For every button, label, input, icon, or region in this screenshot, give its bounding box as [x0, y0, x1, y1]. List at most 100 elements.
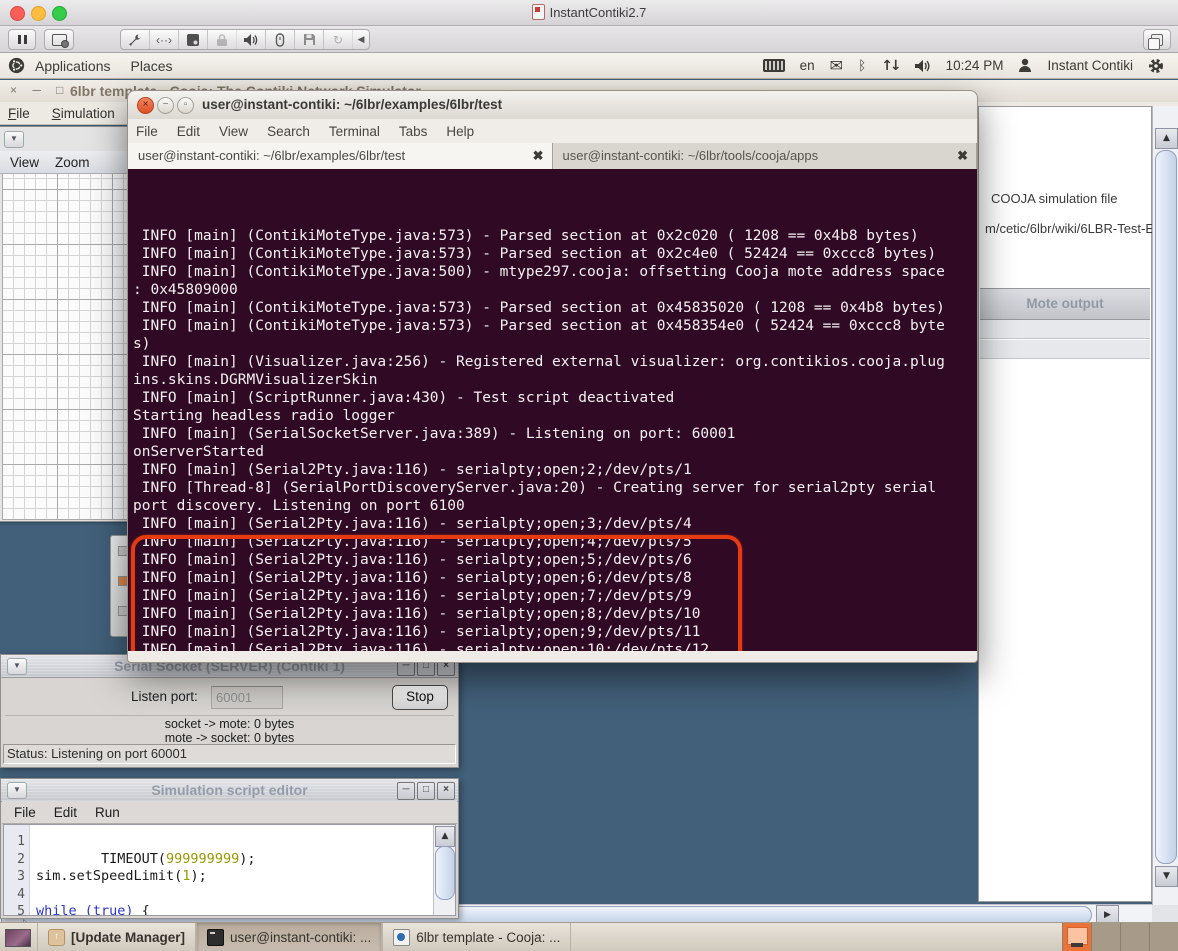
maximize-button[interactable]: □: [417, 782, 435, 800]
snapshot-icon: [52, 34, 67, 46]
keyboard-layout-icon[interactable]: [763, 59, 785, 72]
host-titlebar: InstantContiki2.7: [0, 0, 1178, 26]
network-grid-canvas[interactable]: [2, 174, 133, 520]
script-editor-scrollbar[interactable]: ▲: [433, 825, 455, 915]
script-editor-menu-item[interactable]: File: [14, 805, 36, 820]
scroll-up-button[interactable]: ▲: [435, 826, 455, 847]
cooja-window-controls[interactable]: × ─ □: [10, 83, 69, 97]
terminal-line: INFO [main] (Visualizer.java:256) - Regi…: [133, 353, 977, 371]
collapsed-frame-strip: [980, 340, 1150, 359]
sound-icon[interactable]: [237, 30, 266, 49]
terminal-menu-item[interactable]: Terminal: [329, 124, 380, 139]
vm-pause-button[interactable]: [8, 29, 36, 50]
script-editor-textarea[interactable]: 12345 TIMEOUT(999999999); sim.setSpeedLi…: [3, 824, 456, 916]
tab-close-icon[interactable]: ✖: [957, 143, 968, 169]
network-collapse-button[interactable]: ▼: [4, 131, 24, 148]
workspace-4[interactable]: [1149, 923, 1178, 951]
terminal-tabbar: user@instant-contiki: ~/6lbr/examples/6l…: [128, 143, 977, 170]
bottom-taskbar: ↑ [Update Manager] user@instant-contiki:…: [0, 922, 1178, 951]
serial-socket-window: Serial Socket (SERVER) (Contiki 1) ▼ ─ □…: [0, 654, 459, 768]
mail-icon[interactable]: ✉: [830, 56, 843, 75]
serial-port-icon[interactable]: ‹··›: [150, 30, 179, 49]
serial-socket-statusbar: Status: Listening on port 60001: [3, 744, 456, 764]
socket-stats: socket -> mote: 0 bytesmote -> socket: 0…: [1, 717, 458, 745]
terminal-menu-item[interactable]: Tabs: [399, 124, 428, 139]
ubuntu-top-panel: Applications Places en ✉ ᛒ ↑↓ 10:24 PM I…: [0, 53, 1178, 79]
maximize-button[interactable]: ▫: [177, 97, 194, 114]
cooja-menu-item[interactable]: File: [8, 106, 30, 121]
line-number-gutter: 12345: [4, 825, 30, 915]
terminal-tab-inactive[interactable]: user@instant-contiki: ~/6lbr/tools/cooja…: [553, 143, 978, 169]
terminal-menu-item[interactable]: View: [219, 124, 248, 139]
cooja-menu-item[interactable]: Simulation: [52, 106, 115, 121]
scroll-down-button[interactable]: ▼: [1155, 866, 1178, 887]
vertical-scroll-thumb[interactable]: [1155, 150, 1177, 864]
stop-button[interactable]: Stop: [392, 685, 448, 710]
taskbar-item-update-manager[interactable]: ↑ [Update Manager]: [37, 923, 196, 951]
terminal-line: INFO [main] (Serial2Pty.java:116) - seri…: [133, 605, 977, 623]
terminal-line: INFO [main] (Serial2Pty.java:116) - seri…: [133, 641, 977, 651]
workspace-1[interactable]: [1062, 923, 1091, 951]
menu-places[interactable]: Places: [121, 58, 183, 74]
vm-copy-button[interactable]: [1143, 29, 1171, 50]
network-menu-item[interactable]: Zoom: [55, 155, 90, 170]
session-user-label[interactable]: Instant Contiki: [1047, 58, 1133, 73]
lock-icon[interactable]: [208, 30, 237, 49]
clock-label[interactable]: 10:24 PM: [946, 58, 1004, 73]
terminal-line: INFO [main] (Serial2Pty.java:116) - seri…: [133, 461, 977, 479]
terminal-menu-item[interactable]: Help: [446, 124, 474, 139]
usb-device-icon[interactable]: [266, 30, 295, 49]
terminal-line: INFO [main] (Serial2Pty.java:116) - seri…: [133, 587, 977, 605]
workspace-3[interactable]: [1120, 923, 1149, 951]
terminal-output[interactable]: INFO [main] (ContikiMoteType.java:573) -…: [128, 169, 977, 651]
close-button[interactable]: ×: [137, 97, 154, 114]
vm-snapshot-button[interactable]: [44, 29, 74, 50]
terminal-menu-item[interactable]: Edit: [177, 124, 200, 139]
terminal-menu-item[interactable]: File: [136, 124, 158, 139]
cooja-file-text: COOJA simulation file: [991, 191, 1117, 206]
terminal-titlebar: × − ▫ user@instant-contiki: ~/6lbr/examp…: [128, 91, 977, 120]
mote-output-titlebar[interactable]: Mote output: [980, 288, 1150, 320]
script-editor-menu-item[interactable]: Run: [95, 805, 120, 820]
minimize-button[interactable]: ─: [397, 782, 415, 800]
copy-icon: [1151, 34, 1163, 46]
terminal-line: INFO [main] (SerialSocketServer.java:389…: [133, 425, 977, 443]
keyboard-layout-label[interactable]: en: [800, 58, 815, 73]
close-button[interactable]: ×: [437, 782, 455, 800]
terminal-menubar: File Edit View Search Terminal Tabs Help: [128, 119, 977, 143]
tab-close-icon[interactable]: ✖: [533, 143, 544, 169]
session-gear-icon[interactable]: [1148, 58, 1164, 74]
collapse-toolbar-icon[interactable]: ◀: [353, 30, 369, 49]
divider: [5, 715, 454, 716]
scroll-thumb[interactable]: [435, 846, 455, 900]
serial-socket-collapse-button[interactable]: ▼: [7, 658, 27, 675]
user-icon: [1018, 58, 1032, 73]
network-menu-item[interactable]: View: [10, 155, 39, 170]
network-arrows-icon[interactable]: ↑↓: [881, 58, 898, 74]
sync-icon[interactable]: ↻: [324, 30, 353, 49]
minimize-button[interactable]: −: [157, 97, 174, 114]
vertical-scrollbar[interactable]: ▲ ▼: [1152, 106, 1178, 905]
menu-applications[interactable]: Applications: [25, 58, 121, 74]
harddisk-icon[interactable]: [179, 30, 208, 49]
line-number: 5: [4, 903, 25, 916]
wrench-icon[interactable]: [121, 30, 150, 49]
terminal-line: INFO [main] (Serial2Pty.java:116) - seri…: [133, 533, 977, 551]
terminal-window-title: user@instant-contiki: ~/6lbr/examples/6l…: [202, 97, 502, 112]
script-editor-menu-item[interactable]: Edit: [54, 805, 77, 820]
terminal-tab-active[interactable]: user@instant-contiki: ~/6lbr/examples/6l…: [128, 143, 553, 169]
network-menubar: View Zoom: [0, 151, 133, 174]
volume-icon[interactable]: [914, 59, 931, 73]
terminal-line: INFO [main] (ContikiMoteType.java:573) -…: [133, 317, 977, 335]
taskbar-item-terminal[interactable]: user@instant-contiki: ...: [196, 923, 382, 951]
bluetooth-icon[interactable]: ᛒ: [858, 58, 866, 74]
window-thumbnail-icon[interactable]: [5, 929, 31, 947]
taskbar-item-cooja[interactable]: 6lbr template - Cooja: ...: [382, 923, 571, 951]
floppy-icon[interactable]: [295, 30, 324, 49]
terminal-menu-item[interactable]: Search: [267, 124, 310, 139]
listen-port-input[interactable]: [211, 686, 283, 709]
workspace-2[interactable]: [1091, 923, 1120, 951]
script-editor-collapse-button[interactable]: ▼: [7, 782, 27, 799]
terminal-line: Starting headless radio logger: [133, 407, 977, 425]
scroll-up-button[interactable]: ▲: [1155, 128, 1178, 149]
